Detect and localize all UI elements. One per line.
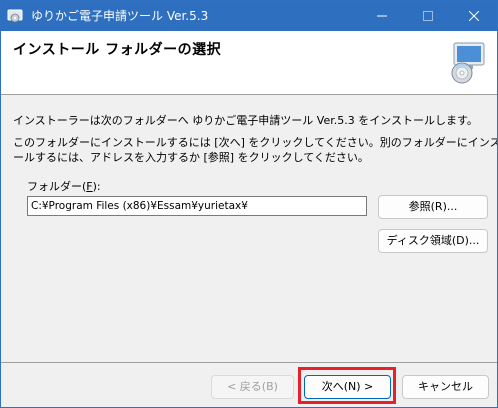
page-header: インストール フォルダーの選択 [1,31,497,94]
minimize-icon [377,15,387,17]
footer-divider [1,362,497,363]
title-bar[interactable]: ゆりかご電子申請ツール Ver.5.3 [1,1,497,31]
browse-button[interactable]: 参照(R)... [378,195,488,219]
back-button[interactable]: < 戻る(B) [211,375,294,399]
page-title: インストール フォルダーの選択 [13,42,222,58]
installer-window: ゆりかご電子申請ツール Ver.5.3 インストール フォルダーの選択 インスト… [0,0,498,408]
header-divider [1,94,497,95]
disk-space-button[interactable]: ディスク領域(D)... [378,229,488,253]
instruction-text-line2: ールするには、アドレスを入力するか [参照] をクリックしてください。 [13,151,369,164]
close-icon [469,11,479,21]
folder-label-prefix: フォルダー( [27,180,87,193]
folder-path-input[interactable] [27,196,367,216]
maximize-icon [423,11,433,21]
window-title: ゆりかご電子申請ツール Ver.5.3 [31,9,209,23]
installer-icon [7,9,23,23]
next-button-highlight [298,367,396,404]
minimize-button[interactable] [359,1,405,31]
intro-text: インストーラーは次のフォルダーへ ゆりかご電子申請ツール Ver.5.3 をイン… [13,114,478,127]
instruction-text-line1: このフォルダーにインストールするには [次へ] をクリックしてください。別のフォ… [13,136,498,149]
close-button[interactable] [451,1,497,31]
maximize-button[interactable] [405,1,451,31]
folder-label-suffix: ): [92,180,101,193]
computer-disk-icon [451,42,485,84]
folder-label: フォルダー(F): [27,178,101,194]
cancel-button[interactable]: キャンセル [402,375,489,399]
